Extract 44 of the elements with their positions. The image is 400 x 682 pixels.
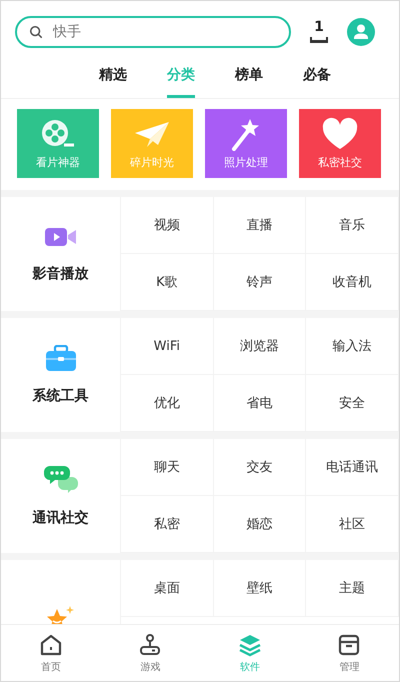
category-title: 通讯社交 [32, 509, 88, 527]
download-button[interactable]: 1 [309, 20, 329, 44]
avatar-icon[interactable] [347, 18, 375, 46]
subcategory-link[interactable]: 社区 [306, 496, 399, 553]
heart-icon [320, 117, 360, 151]
subcategory-link[interactable]: 输入法 [306, 318, 399, 375]
subcategory-link[interactable]: 收音机 [306, 254, 399, 311]
tab[interactable]: 必备 [303, 64, 331, 98]
search-icon [29, 25, 43, 39]
subcategory-link[interactable]: 主题 [306, 560, 399, 617]
category-title: 系统工具 [32, 387, 88, 405]
layers-icon [238, 632, 262, 656]
nav-tab[interactable]: 管理 [300, 625, 399, 681]
subcategory-link[interactable]: 交友 [214, 439, 306, 496]
chat-bubbles-icon [44, 465, 78, 493]
subcategory-link[interactable]: 电话通讯 [306, 439, 399, 496]
subcategory-link[interactable]: 聊天 [121, 439, 214, 496]
category-title: 影音播放 [32, 265, 88, 283]
subcategory-link[interactable]: 婚恋 [214, 496, 306, 553]
category-tile[interactable]: 私密社交 [299, 109, 381, 178]
subcategory-link[interactable]: 安全 [306, 375, 399, 432]
joystick-icon [138, 632, 162, 656]
tab[interactable]: 榜单 [235, 64, 263, 98]
subcategory-link[interactable]: 直播 [214, 197, 306, 254]
category-tile[interactable]: 照片处理 [205, 109, 287, 178]
box-icon [337, 632, 362, 656]
subcategory-link[interactable]: 桌面 [121, 560, 214, 617]
toolbox-icon [46, 345, 76, 371]
subcategory-link[interactable]: WiFi [121, 318, 214, 375]
nav-tab[interactable]: 游戏 [100, 625, 200, 681]
subcategory-link[interactable]: K歌 [121, 254, 214, 311]
subcategory-link[interactable]: 浏览器 [214, 318, 306, 375]
tab[interactable]: 精选 [99, 64, 127, 98]
subcategory-link[interactable]: 私密 [121, 496, 214, 553]
nav-tab[interactable]: 首页 [1, 625, 100, 681]
subcategory-link[interactable]: 铃声 [214, 254, 306, 311]
subcategory-link[interactable]: 壁纸 [214, 560, 306, 617]
subcategory-link[interactable]: 视频 [121, 197, 214, 254]
subcategory-link[interactable]: 音乐 [306, 197, 399, 254]
home-icon [38, 632, 63, 656]
download-tray-icon [309, 36, 329, 44]
video-camera-icon [44, 225, 76, 249]
subcategory-link[interactable]: 省电 [214, 375, 306, 432]
subcategory-link[interactable]: 优化 [121, 375, 214, 432]
